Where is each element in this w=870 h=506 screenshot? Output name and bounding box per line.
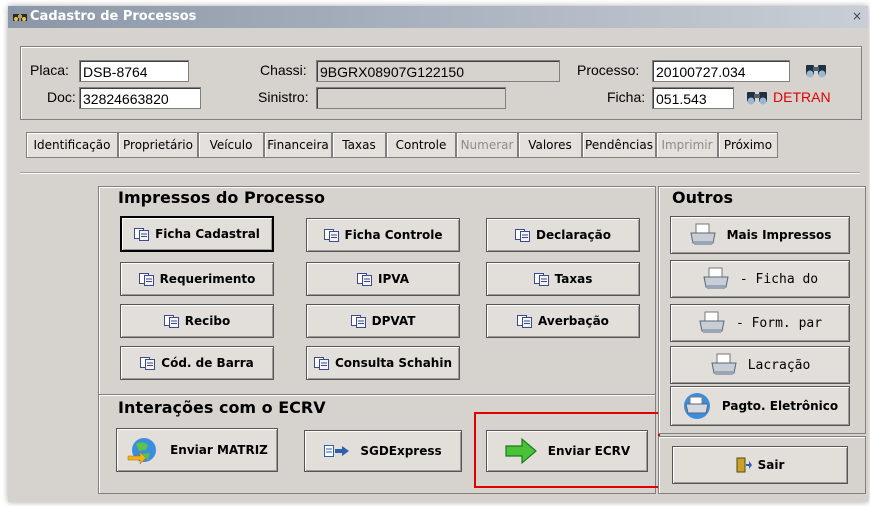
document-copy-icon: [138, 272, 154, 286]
binoculars-search-icon[interactable]: [744, 87, 770, 109]
sgdexpress-button[interactable]: SGDExpress: [304, 430, 462, 472]
tab-taxas[interactable]: Taxas: [332, 132, 386, 158]
consulta-schahin-label: Consulta Schahin: [335, 356, 452, 370]
ipva-label: IPVA: [377, 272, 410, 286]
processo-field[interactable]: 20100727.034: [652, 60, 790, 82]
impressos-title: Impressos do Processo: [118, 188, 325, 207]
tab-controle[interactable]: Controle: [386, 132, 456, 158]
ficha-do-label: - Ficha do: [739, 271, 819, 287]
cod-barra-button[interactable]: Cód. de Barra: [120, 346, 274, 380]
chassi-field[interactable]: 9BGRX08907G122150: [316, 60, 560, 82]
ficha-controle-button[interactable]: Ficha Controle: [306, 218, 460, 252]
printer-icon: [689, 223, 716, 245]
recibo-label: Recibo: [184, 314, 231, 328]
document-copy-icon: [163, 314, 179, 328]
pagto-eletronico-label: Pagto. Eletrônico: [721, 399, 839, 413]
tab-financeira[interactable]: Financeira: [264, 132, 332, 158]
tab-valores[interactable]: Valores: [518, 132, 582, 158]
document-copy-icon: [517, 314, 533, 328]
ficha-field[interactable]: 051.543: [652, 87, 734, 109]
lacracao-label: Lacração: [747, 357, 811, 373]
printer-globe-icon: [683, 393, 710, 419]
mais-impressos-label: Mais Impressos: [726, 228, 832, 242]
globe-arrow-icon: [127, 438, 157, 464]
printer-icon: [699, 311, 725, 333]
averbacao-button[interactable]: Averbação: [486, 304, 640, 338]
title-bar: Cadastro de Processos ×: [8, 6, 868, 28]
dpvat-label: DPVAT: [371, 314, 416, 328]
close-icon[interactable]: ×: [852, 9, 866, 23]
recibo-button[interactable]: Recibo: [120, 304, 274, 338]
ficha-cadastral-button[interactable]: Ficha Cadastral: [120, 216, 274, 252]
ecrv-title: Interações com o ECRV: [118, 398, 326, 417]
taxas-button[interactable]: Taxas: [486, 262, 640, 296]
send-arrow-icon: [324, 445, 350, 457]
sair-label: Sair: [757, 458, 785, 472]
pagto-eletronico-button[interactable]: Pagto. Eletrônico: [670, 386, 850, 426]
document-copy-icon: [323, 228, 339, 242]
sinistro-field[interactable]: [316, 87, 506, 109]
enviar-matriz-button[interactable]: Enviar MATRIZ: [116, 428, 278, 472]
document-copy-icon: [140, 356, 156, 370]
ficha-label: Ficha:: [607, 89, 646, 105]
processo-label: Processo:: [577, 62, 640, 78]
cod-barra-label: Cód. de Barra: [161, 356, 254, 370]
highlight-box: [474, 412, 660, 488]
app-icon: [13, 14, 27, 21]
ficha-cadastral-label: Ficha Cadastral: [155, 227, 260, 241]
form-par-button[interactable]: - Form. par: [670, 304, 850, 342]
tab-numerar[interactable]: Numerar: [456, 132, 518, 158]
document-copy-icon: [533, 272, 549, 286]
tab-pendencias[interactable]: Pendências: [582, 132, 656, 158]
document-copy-icon: [134, 227, 150, 241]
printer-icon: [703, 267, 729, 289]
consulta-schahin-button[interactable]: Consulta Schahin: [306, 346, 460, 380]
document-copy-icon: [314, 356, 329, 370]
sinistro-label: Sinistro:: [258, 89, 309, 105]
ficha-do-button[interactable]: - Ficha do: [670, 260, 850, 298]
outros-title: Outros: [672, 188, 734, 207]
detran-label: DETRAN: [773, 89, 831, 105]
dpvat-button[interactable]: DPVAT: [306, 304, 460, 338]
requerimento-label: Requerimento: [159, 272, 256, 286]
placa-label: Placa:: [30, 62, 69, 78]
exit-door-icon: [736, 457, 752, 473]
tab-imprimir[interactable]: Imprimir: [656, 132, 718, 158]
doc-label: Doc:: [47, 89, 76, 105]
document-copy-icon: [356, 272, 372, 286]
document-copy-icon: [515, 228, 531, 242]
window-title: Cadastro de Processos: [30, 9, 197, 24]
enviar-matriz-label: Enviar MATRIZ: [170, 443, 268, 457]
requerimento-button[interactable]: Requerimento: [120, 262, 274, 296]
declaracao-label: Declaração: [536, 228, 611, 242]
tab-veiculo[interactable]: Veículo: [198, 132, 264, 158]
ipva-button[interactable]: IPVA: [306, 262, 460, 296]
mais-impressos-button[interactable]: Mais Impressos: [670, 216, 850, 254]
chassi-label: Chassi:: [260, 62, 307, 78]
main-window: Cadastro de Processos × Placa: DSB-8764 …: [8, 6, 868, 502]
taxas-label: Taxas: [554, 272, 593, 286]
placa-field[interactable]: DSB-8764: [79, 60, 189, 82]
lacracao-button[interactable]: Lacração: [670, 346, 850, 384]
form-par-label: - Form. par: [735, 315, 823, 331]
declaracao-button[interactable]: Declaração: [486, 218, 640, 252]
divider: [20, 172, 860, 174]
binoculars-search-icon[interactable]: [803, 60, 829, 82]
sair-button[interactable]: Sair: [672, 446, 848, 484]
sgdexpress-label: SGDExpress: [360, 444, 442, 458]
document-copy-icon: [350, 314, 366, 328]
printer-icon: [711, 353, 737, 375]
tab-proximo[interactable]: Próximo: [718, 132, 778, 158]
averbacao-label: Averbação: [538, 314, 609, 328]
ficha-controle-label: Ficha Controle: [344, 228, 443, 242]
tab-identificacao[interactable]: Identificação: [26, 132, 118, 158]
doc-field[interactable]: 32824663820: [79, 87, 201, 109]
tab-proprietario[interactable]: Proprietário: [118, 132, 198, 158]
